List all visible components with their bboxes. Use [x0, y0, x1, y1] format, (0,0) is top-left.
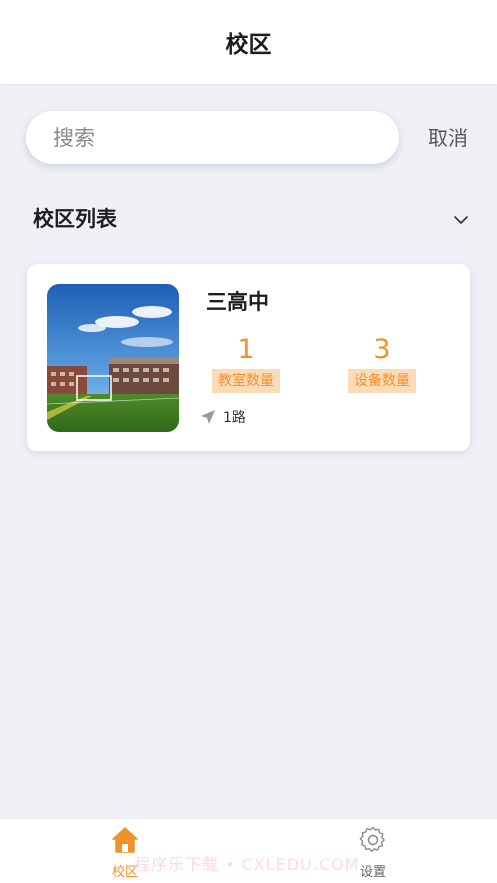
- campus-list-header[interactable]: 校区列表: [33, 203, 470, 235]
- chevron-down-icon[interactable]: [452, 211, 470, 229]
- search-input[interactable]: [53, 125, 373, 150]
- classroom-count: 1: [237, 334, 255, 365]
- campus-name: 三高中: [206, 290, 269, 314]
- route-row: 1路: [199, 406, 246, 428]
- classroom-label: 教室数量: [212, 369, 280, 393]
- search-row: 取消: [26, 111, 472, 164]
- campus-card[interactable]: 三高中 1 教室数量 3 设备数量 1路: [27, 264, 470, 451]
- page-title: 校区: [225, 32, 272, 58]
- cancel-button[interactable]: 取消: [422, 123, 474, 153]
- gear-icon: [359, 826, 385, 852]
- route-text: 1路: [223, 410, 246, 426]
- header-bar: 校区: [0, 0, 497, 84]
- navigation-arrow-icon: [201, 410, 215, 424]
- classroom-stat: 1 教室数量: [206, 334, 286, 393]
- campus-page: 校区 取消 校区列表: [0, 0, 497, 883]
- watermark: 程序乐下载 • CXLEDU.COM: [134, 855, 360, 874]
- device-count: 3: [373, 334, 391, 365]
- device-stat: 3 设备数量: [342, 334, 422, 393]
- section-title: 校区列表: [33, 207, 117, 231]
- campus-photo: [47, 284, 179, 432]
- search-box[interactable]: [26, 111, 399, 164]
- device-label: 设备数量: [348, 369, 416, 393]
